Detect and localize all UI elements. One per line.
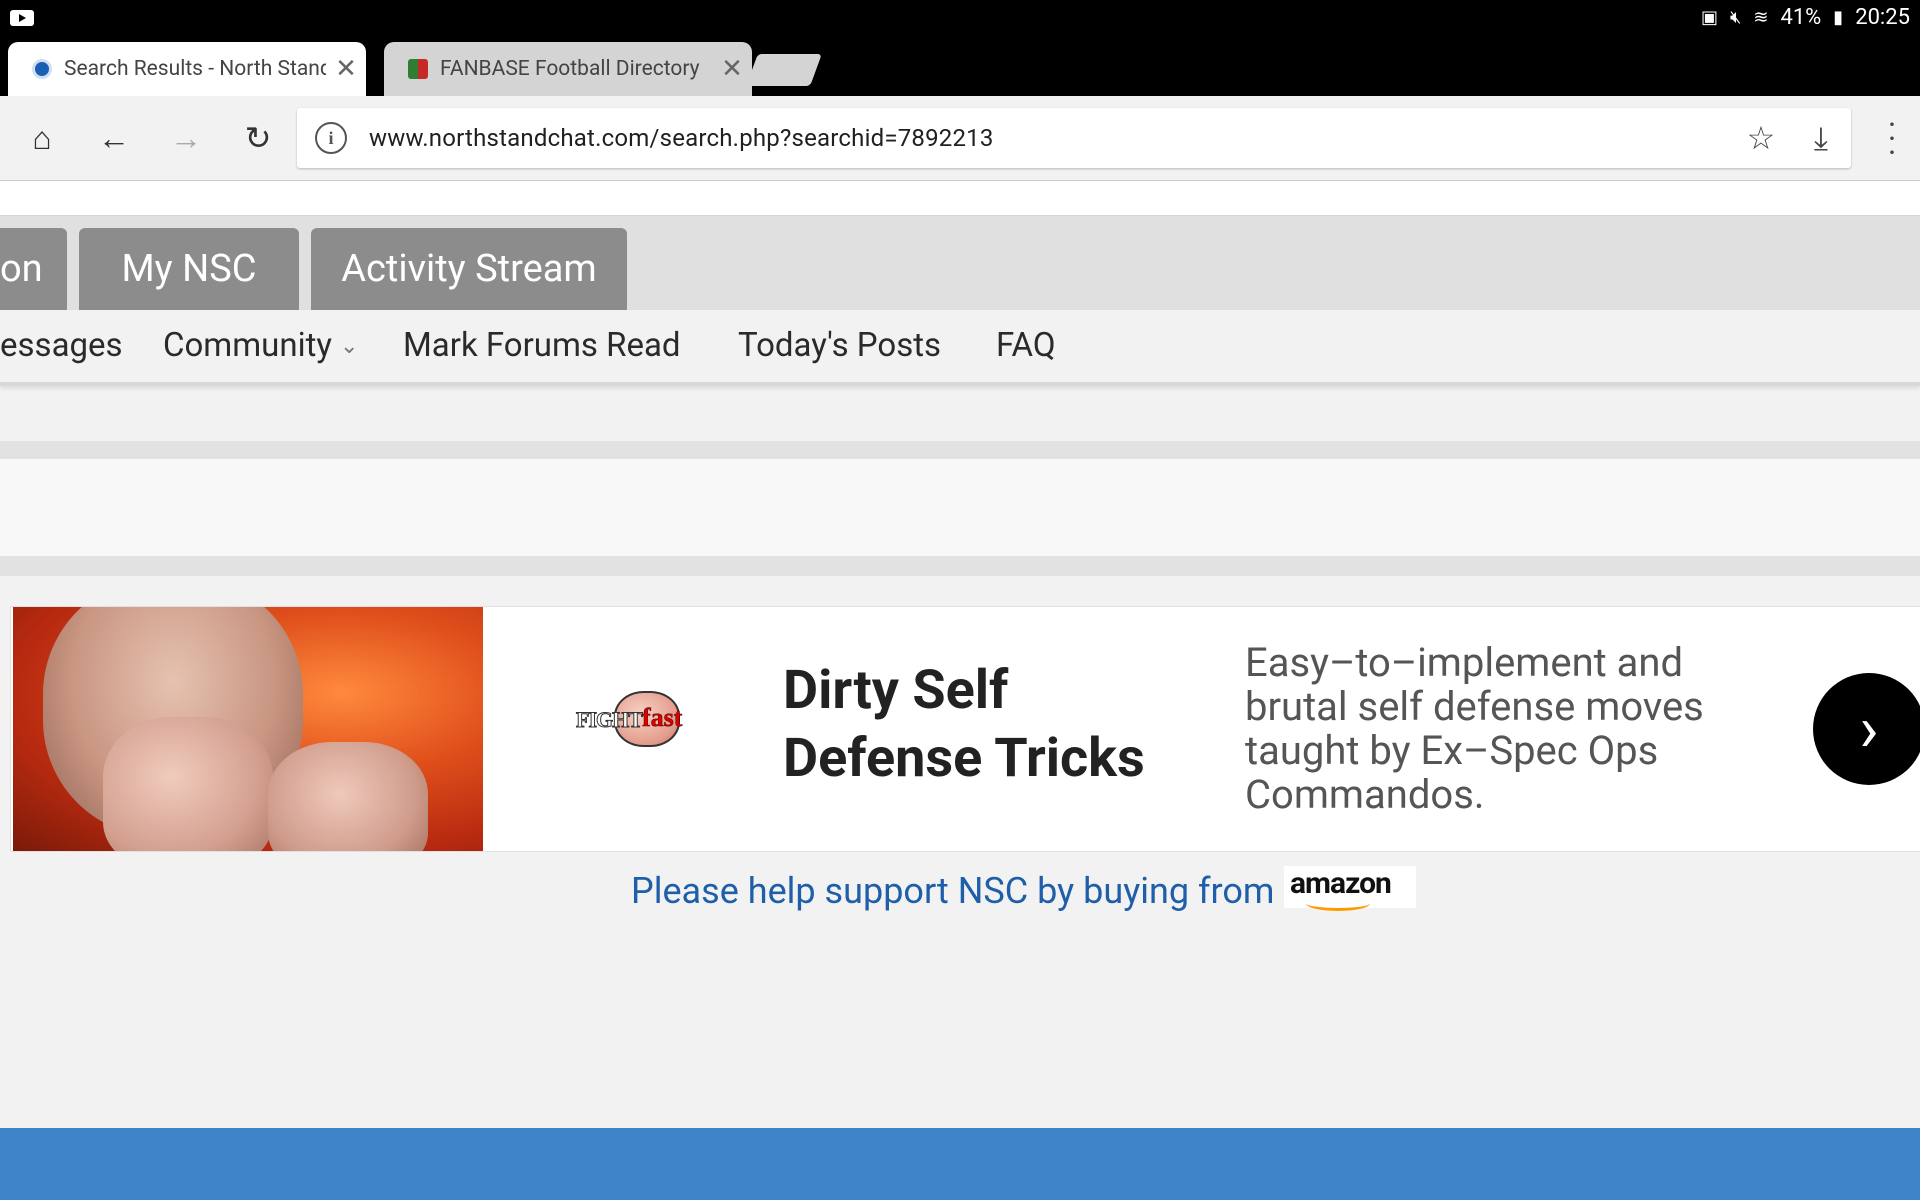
subnav-community-label: Community — [163, 326, 333, 365]
mute-icon: 🔇︎ — [1730, 7, 1742, 28]
youtube-notification-icon — [10, 10, 34, 26]
divider — [0, 441, 1920, 459]
chevron-down-icon: ⌄ — [340, 334, 359, 360]
download-icon[interactable]: ⤓ — [1791, 119, 1851, 158]
status-bar: ▣ 🔇︎ ≋ 41% ▮ 20:25 — [0, 0, 1920, 36]
advert-image[interactable] — [13, 607, 483, 851]
browser-toolbar: ⌂ ← → ↻ i www.northstandchat.com/search.… — [0, 96, 1920, 181]
advert-fist — [268, 742, 428, 851]
logo-text-fight: FIGHT — [576, 707, 644, 733]
page-top-strip — [0, 181, 1920, 217]
tab-fanbase[interactable]: FANBASE Football Directory ✕ — [384, 42, 752, 96]
nav-tab-activity-stream[interactable]: Activity Stream — [311, 228, 627, 310]
home-icon[interactable]: ⌂ — [18, 114, 66, 162]
subnav-todays-posts[interactable]: Today's Posts — [738, 310, 941, 382]
nav-tab-my-nsc[interactable]: My NSC — [79, 228, 299, 310]
sim-icon: ▣ — [1701, 7, 1719, 28]
back-arrow-icon[interactable]: ← — [90, 114, 138, 162]
amazon-logo[interactable]: amazon — [1284, 866, 1416, 911]
page-footer — [0, 1128, 1920, 1200]
advert-fist — [103, 717, 273, 851]
forward-arrow-icon[interactable]: → — [162, 114, 210, 162]
support-link[interactable]: Please help support NSC by buying from — [631, 870, 1274, 912]
fightfast-logo: FIGHT fast — [576, 689, 716, 749]
close-tab-icon[interactable]: ✕ — [326, 54, 366, 84]
amazon-smile-icon — [1306, 896, 1370, 911]
logo-text-fast: fast — [642, 703, 683, 733]
menu-dots-icon[interactable]: · · · — [1882, 109, 1902, 169]
divider — [0, 556, 1920, 576]
wifi-icon: ≋ — [1753, 7, 1769, 28]
battery-percent: 41% — [1780, 5, 1822, 30]
bookmark-star-icon[interactable]: ☆ — [1731, 119, 1791, 157]
nav-tab-partial[interactable]: on — [0, 228, 67, 310]
advert-headline[interactable]: Dirty Self Defense Tricks — [783, 657, 1203, 793]
fanbase-favicon-icon — [408, 59, 428, 79]
reload-icon[interactable]: ↻ — [234, 114, 282, 162]
main-nav: on My NSC Activity Stream — [0, 216, 1920, 310]
chevron-right-icon[interactable]: › — [1813, 673, 1920, 785]
tab-title: FANBASE Football Directory — [440, 57, 700, 81]
advert-description: Easy–to–implement and brutal self defens… — [1245, 639, 1704, 818]
url-text[interactable]: www.northstandchat.com/search.php?search… — [369, 124, 1731, 152]
info-icon[interactable]: i — [315, 122, 347, 154]
new-tab-button[interactable] — [746, 54, 822, 86]
tab-strip: Search Results - North Stand Chat ✕ FANB… — [0, 36, 1920, 96]
battery-icon: ▮ — [1833, 7, 1844, 28]
subnav-messages[interactable]: essages — [0, 310, 123, 382]
nsc-favicon-icon — [32, 59, 52, 79]
clock: 20:25 — [1855, 5, 1910, 30]
subnav-mark-forums-read[interactable]: Mark Forums Read — [403, 310, 681, 382]
sub-nav: essages Community ⌄ Mark Forums Read Toda… — [0, 310, 1920, 386]
subnav-faq[interactable]: FAQ — [996, 310, 1056, 382]
tab-title: Search Results - North Stand Chat — [64, 57, 326, 81]
address-bar[interactable]: i www.northstandchat.com/search.php?sear… — [297, 108, 1851, 168]
empty-content-block — [0, 459, 1920, 556]
advert-banner[interactable]: FIGHT fast Dirty Self Defense Tricks Eas… — [10, 606, 1920, 852]
subnav-community[interactable]: Community ⌄ — [163, 310, 358, 382]
tab-search-results[interactable]: Search Results - North Stand Chat ✕ — [8, 42, 366, 96]
close-tab-icon[interactable]: ✕ — [712, 54, 752, 84]
